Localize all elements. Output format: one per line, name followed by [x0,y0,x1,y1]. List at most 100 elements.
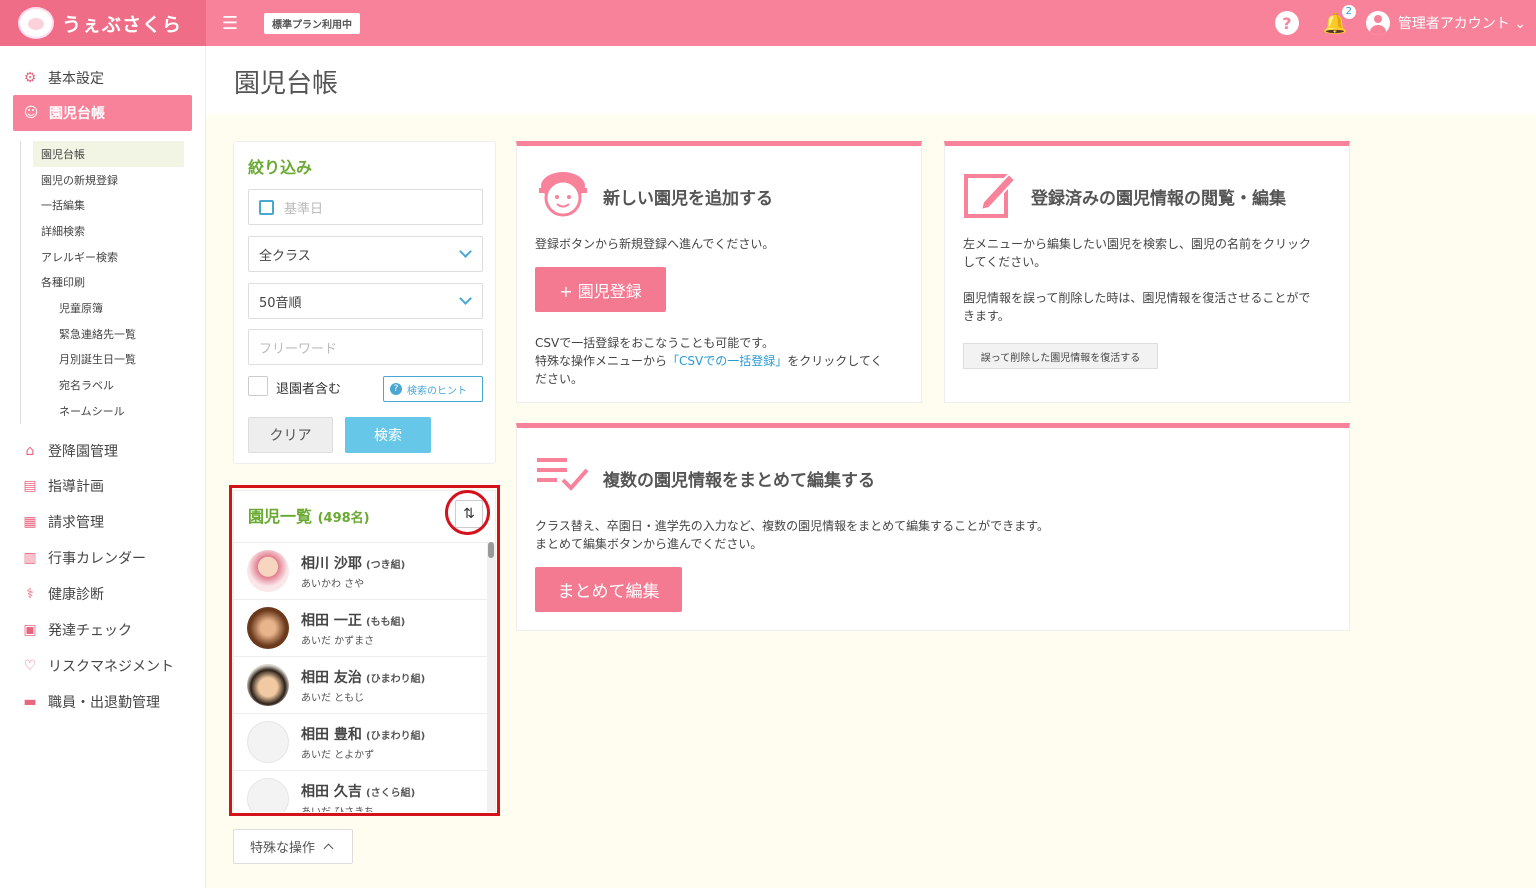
csv-info-line: をクリックしてく [787,354,883,368]
order-select-value: 50音順 [259,295,302,311]
submenu-child-records[interactable]: 児童原簿 [21,295,190,321]
freeword-input[interactable]: フリーワード [248,329,483,365]
sidebar-item-health-check[interactable]: ⚕ 健康診断 [20,584,104,604]
sidebar-item-staff-attendance[interactable]: ▬ 職員・出退勤管理 [20,692,160,712]
bulk-edit-title: 複数の園児情報をまとめて編集する [603,471,875,491]
search-hint-button[interactable]: ? 検索のヒント [383,376,483,402]
clear-button[interactable]: クリア [248,417,333,453]
submenu-name-stickers[interactable]: ネームシール [21,398,190,424]
bulk-edit-card: 複数の園児情報をまとめて編集する クラス替え、卒園日・進学先の入力など、複数の園… [516,423,1350,631]
restore-deleted-button[interactable]: 誤って削除した園児情報を復活する [963,343,1158,369]
bulk-edit-button[interactable]: まとめて編集 [535,567,682,612]
sidebar-item-label: リスクマネジメント [48,659,174,675]
notebook-icon: ▤ [23,478,37,494]
view-edit-line: 左メニューから編集したい園児を検索し、園児の名前をクリック [963,237,1312,251]
sidebar-item-label: 園児台帳 [49,106,105,122]
view-edit-title: 登録済みの園児情報の閲覧・編集 [1031,189,1286,209]
logo-text: うぇぶさくら [62,13,183,36]
submenu-allergy-search[interactable]: アレルギー検索 [21,244,190,270]
restore-info-line: 園児情報を誤って削除した時は、園児情報を復活させることがで [963,291,1311,305]
submenu-new-registration[interactable]: 園児の新規登録 [21,167,190,193]
bulk-edit-text: クラス替え、卒園日・進学先の入力など、複数の園児情報をまとめて編集することができ… [535,517,1049,553]
csv-info-line: 特殊な操作メニューから [535,354,668,368]
submenu-emergency-contacts[interactable]: 緊急連絡先一覧 [21,321,190,347]
class-select[interactable]: 全クラス [248,236,483,272]
top-bar: うぇぶさくら ☰ 標準プラン利用中 ? 🔔 2 管理者アカウント ⌄ [0,0,1536,46]
question-icon: ? [390,383,402,395]
notification-count-badge: 2 [1341,5,1356,19]
sidebar-item-billing[interactable]: ▦ 請求管理 [20,512,104,532]
view-edit-card: 登録済みの園児情報の閲覧・編集 左メニューから編集したい園児を検索し、園児の名前… [944,141,1350,403]
csv-info-line: CSVで一括登録をおこなうことも可能です。 [535,336,775,350]
sidebar-item-event-calendar[interactable]: ▥ 行事カレンダー [20,548,146,568]
submenu-detail-search[interactable]: 詳細検索 [21,218,190,244]
child-face-icon: ☺ [23,105,39,121]
filter-heading: 絞り込み [248,158,313,177]
filter-panel: 絞り込み 基準日 全クラス 50音順 フリーワード 退園者含む ? 検索のヒント … [233,141,496,464]
briefcase-icon: ▬ [23,694,37,710]
submenu-birthday-list[interactable]: 月別誕生日一覧 [21,347,190,373]
submenu-bulk-edit[interactable]: 一括編集 [21,192,190,218]
submenu-address-labels[interactable]: 宛名ラベル [21,372,190,398]
sidebar-item-label: 指導計画 [48,479,104,495]
bulk-edit-line: まとめて編集ボタンから進んでください。 [535,537,763,551]
stethoscope-icon: ⚕ [26,586,34,602]
app-logo[interactable]: うぇぶさくら [0,0,206,46]
submenu-child-register[interactable]: 園児台帳 [33,141,184,167]
menu-toggle-icon[interactable]: ☰ [218,11,242,35]
sidebar-item-label: 発達チェック [48,623,132,639]
view-edit-text: 左メニューから編集したい園児を検索し、園児の名前をクリック してください。 [963,235,1311,271]
reference-date-placeholder: 基準日 [284,201,324,217]
sidebar-item-attendance[interactable]: ⌂ 登降園管理 [20,441,118,461]
sidebar-item-teaching-plan[interactable]: ▤ 指導計画 [20,476,104,496]
help-icon[interactable]: ? [1274,11,1299,35]
view-edit-line: してください。 [963,255,1047,269]
freeword-placeholder: フリーワード [259,341,338,357]
sidebar-item-label: 職員・出退勤管理 [48,695,160,711]
add-child-text: 登録ボタンから新規登録へ進んでください。 [535,237,775,251]
register-child-button[interactable]: + 園児登録 [535,267,666,312]
restore-info-text: 園児情報を誤って削除した時は、園児情報を復活させることがで きます。 [963,289,1310,325]
add-child-title: 新しい園児を追加する [603,189,773,209]
add-child-card: 新しい園児を追加する 登録ボタンから新規登録へ進んでください。 + 園児登録 C… [516,141,922,403]
chevron-up-icon [323,843,334,853]
edit-pen-icon [964,172,1017,218]
calendar-icon: ▥ [23,550,37,566]
chevron-down-icon [459,292,472,305]
special-operations-label: 特殊な操作 [250,841,316,856]
clipboard-icon: ▣ [23,622,37,638]
sidebar-item-development-check[interactable]: ▣ 発達チェック [20,620,132,640]
include-left-checkbox[interactable] [248,376,268,396]
calculator-icon: ▦ [23,514,37,530]
child-hat-icon [539,172,587,217]
special-operations-button[interactable]: 特殊な操作 [233,829,353,864]
account-menu[interactable]: 管理者アカウント ⌄ [1398,13,1526,33]
order-select[interactable]: 50音順 [248,283,483,319]
sidebar-item-child-register[interactable]: ☺ 園児台帳 [13,95,192,131]
csv-bulk-link[interactable]: 「CSVでの一括登録」 [667,354,787,368]
submenu-printing[interactable]: 各種印刷 [21,269,190,295]
hands-heart-icon: ♡ [23,658,37,674]
notification-bell-icon[interactable]: 🔔 2 [1323,5,1356,35]
restore-info-line: きます。 [963,309,1010,323]
calendar-icon [259,199,274,215]
gear-icon: ⚙ [23,70,37,86]
csv-info-line: ださい。 [535,372,584,386]
reference-date-input[interactable]: 基準日 [248,189,483,225]
highlight-annotation-box [229,485,500,816]
user-avatar-icon[interactable] [1365,11,1390,35]
sidebar-item-risk-management[interactable]: ♡ リスクマネジメント [20,656,174,676]
page-title: 園児台帳 [234,69,339,99]
include-left-label: 退園者含む [276,382,342,397]
sidebar-item-label: 健康診断 [48,587,104,603]
logo-mark-icon [18,7,54,39]
sidebar-item-label: 行事カレンダー [48,551,146,567]
page-title-bar [206,46,1536,114]
sidebar-item-basic-settings[interactable]: ⚙ 基本設定 [20,68,104,88]
checklist-icon [537,458,589,491]
plan-badge: 標準プラン利用中 [264,12,360,34]
bulk-edit-line: クラス替え、卒園日・進学先の入力など、複数の園児情報をまとめて編集することができ… [535,519,1049,533]
class-select-value: 全クラス [259,248,311,264]
sidebar-submenu: 園児台帳 園児の新規登録 一括編集 詳細検索 アレルギー検索 各種印刷 児童原簿… [20,141,190,424]
search-button[interactable]: 検索 [345,417,431,453]
